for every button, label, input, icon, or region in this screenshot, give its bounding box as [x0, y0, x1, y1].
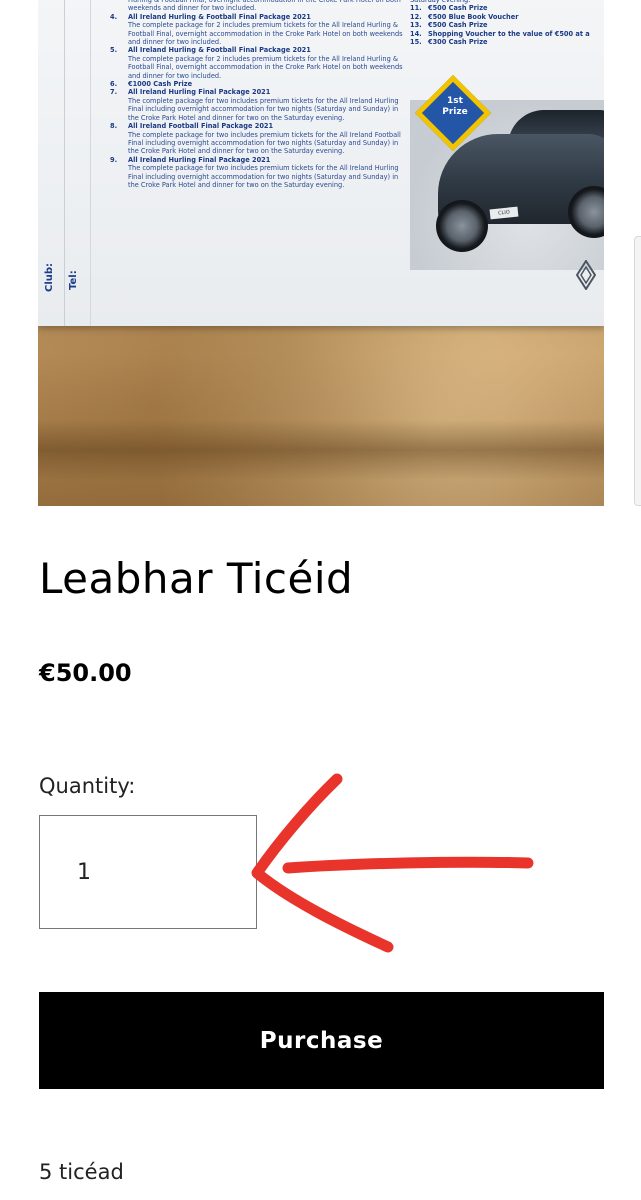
prize-title: All Ireland Football Final Package 2021	[128, 122, 274, 131]
prize-number: 13.	[410, 21, 422, 30]
prize-title: All Ireland Hurling Final Package 2021	[128, 88, 271, 97]
scrollbar[interactable]	[634, 236, 641, 506]
prize-title: Shopping Voucher to the value of €500 at…	[428, 29, 590, 38]
prize-number: 7.	[110, 88, 118, 97]
prize-item: Hurling & Football Final, overnight acco…	[110, 0, 410, 13]
prize-title: €500 Blue Book Voucher	[428, 12, 519, 21]
renault-logo-icon	[576, 260, 596, 290]
prize-title: All Ireland Hurling & Football Final Pac…	[128, 46, 311, 55]
prize-list-right: Saturday evening. 11. €500 Cash Prize 12. €5…	[410, 0, 604, 46]
prize-title: All Ireland Hurling & Football Final Pac…	[128, 12, 311, 21]
prize-title: €300 Cash Prize	[428, 38, 488, 47]
prize-item: 15. €300 Cash Prize	[410, 38, 604, 46]
prize-item: 12. €500 Blue Book Voucher	[410, 13, 604, 21]
prize-description: Hurling & Football Final, overnight acco…	[128, 0, 401, 13]
prize-description: The complete package for 2 includes prem…	[128, 54, 403, 80]
product-price: €50.00	[39, 659, 132, 687]
prize-title: €500 Cash Prize	[428, 4, 488, 13]
prize-item: 5. All Ireland Hurling & Football Final P…	[110, 46, 410, 80]
prize-number: 12.	[410, 12, 422, 21]
prize-description: The complete package for two includes pr…	[128, 164, 399, 189]
prize-description: The complete package for two includes pr…	[128, 96, 399, 122]
prize-item: 14. Shopping Voucher to the value of €500…	[410, 30, 604, 38]
purchase-button[interactable]: Purchase	[39, 992, 604, 1089]
ticket-book-page: Club: Tel: Hurling & Football Final, ove…	[38, 0, 604, 326]
marble-surface	[38, 420, 604, 480]
club-label: Club:	[44, 262, 55, 292]
prize-number: 11.	[410, 4, 422, 13]
prize-item: 4. All Ireland Hurling & Football Final P…	[110, 13, 410, 47]
prize-title: €500 Cash Prize	[428, 21, 488, 30]
prize-number: 6.	[110, 80, 118, 89]
prize-item: 13. €500 Cash Prize	[410, 21, 604, 29]
prize-number: 15.	[410, 38, 422, 47]
prize-number: 5.	[110, 46, 118, 55]
prize-title: €1000 Cash Prize	[128, 80, 193, 89]
prize-number: 9.	[110, 155, 118, 164]
product-photo[interactable]: Club: Tel: Hurling & Football Final, ove…	[38, 0, 604, 506]
prize-item: 6. €1000 Cash Prize	[110, 80, 410, 88]
quantity-label: Quantity:	[39, 774, 136, 798]
prize-number: 8.	[110, 122, 118, 131]
car-wheel	[436, 200, 488, 252]
prize-title: All Ireland Hurling Final Package 2021	[128, 155, 271, 164]
prize-item: 9. All Ireland Hurling Final Package 2021…	[110, 156, 410, 190]
tel-label: Tel:	[68, 270, 79, 290]
prize-item: 8. All Ireland Football Final Package 202…	[110, 122, 410, 156]
product-title: Leabhar Ticéid	[39, 554, 354, 603]
prize-item: 11. €500 Cash Prize	[410, 4, 604, 12]
prize-description: The complete package for two includes pr…	[128, 130, 401, 156]
prize-item: 7. All Ireland Hurling Final Package 2021…	[110, 88, 410, 122]
prize-number: 14.	[410, 29, 422, 38]
prize-list-left: Hurling & Football Final, overnight acco…	[110, 0, 410, 189]
first-prize-badge-text: 1st Prize	[442, 96, 468, 117]
quantity-input[interactable]	[39, 815, 257, 929]
prize-description: The complete package for 2 includes prem…	[128, 21, 403, 47]
red-hand-drawn-arrow-icon	[251, 773, 534, 953]
tickets-count-note: 5 ticéad	[39, 1160, 124, 1184]
prize-number: 4.	[110, 12, 118, 21]
